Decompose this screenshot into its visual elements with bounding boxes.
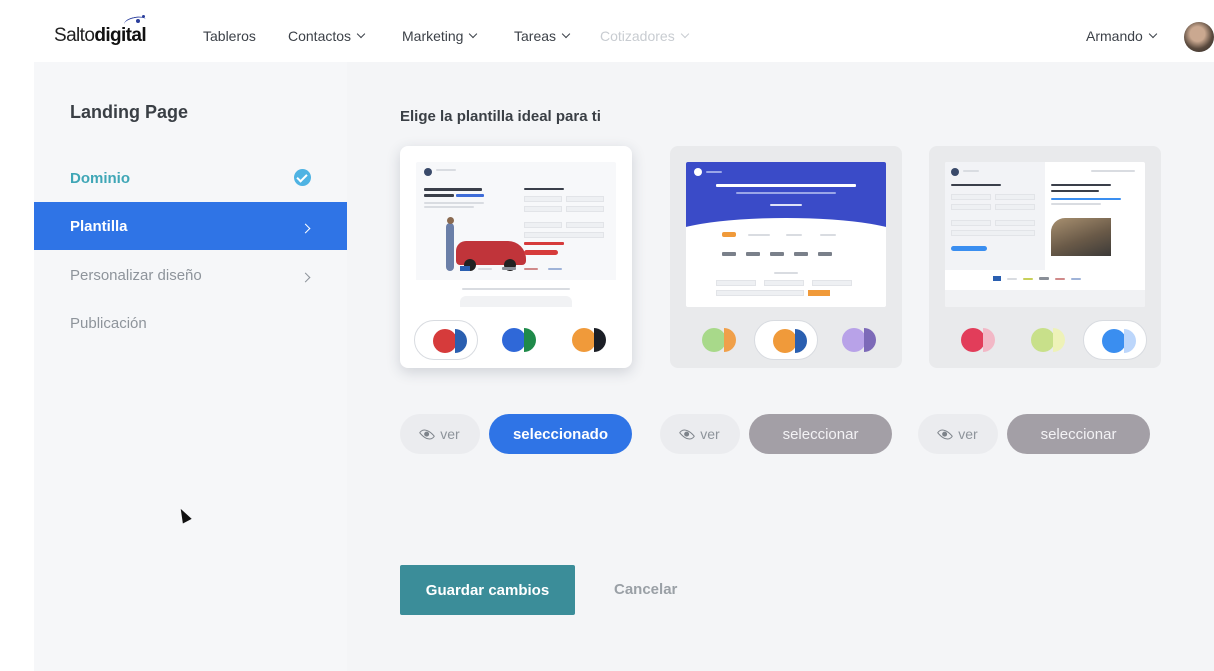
view-button[interactable]: ver bbox=[660, 414, 740, 454]
view-button[interactable]: ver bbox=[400, 414, 480, 454]
sidebar: Landing Page Dominio Plantilla Personali… bbox=[34, 62, 347, 671]
color-swatch[interactable] bbox=[684, 320, 748, 360]
view-button[interactable]: ver bbox=[918, 414, 998, 454]
color-swatch[interactable] bbox=[414, 320, 478, 360]
sidebar-item-label: Plantilla bbox=[70, 217, 128, 235]
sidebar-item-dominio[interactable]: Dominio bbox=[34, 154, 347, 202]
color-swatch[interactable] bbox=[754, 320, 818, 360]
preview-logo-icon bbox=[424, 168, 432, 176]
logo-dot-icon bbox=[142, 15, 145, 18]
top-nav: Saltodigital Tableros Contactos Marketin… bbox=[12, 10, 1214, 62]
template-preview-3 bbox=[945, 162, 1145, 307]
color-swatches bbox=[684, 320, 888, 360]
eye-icon bbox=[679, 425, 696, 443]
chevron-down-icon bbox=[356, 29, 366, 39]
color-swatch[interactable] bbox=[943, 320, 1007, 360]
sidebar-item-label: Personalizar diseño bbox=[70, 266, 202, 284]
nav-label: Marketing bbox=[402, 28, 464, 44]
user-menu[interactable]: Armando bbox=[1086, 28, 1158, 44]
color-swatch[interactable] bbox=[824, 320, 888, 360]
avatar[interactable] bbox=[1184, 22, 1214, 52]
nav-label: Contactos bbox=[288, 28, 352, 44]
view-label: ver bbox=[700, 426, 720, 442]
nav-tareas[interactable]: Tareas bbox=[514, 28, 571, 44]
sidebar-title: Landing Page bbox=[70, 102, 189, 122]
sidebar-item-plantilla[interactable]: Plantilla bbox=[34, 202, 347, 250]
select-label: seleccionar bbox=[1040, 425, 1117, 443]
cancel-button[interactable]: Cancelar bbox=[614, 581, 677, 598]
nav-label: Cotizadores bbox=[600, 28, 675, 44]
save-button[interactable]: Guardar cambios bbox=[400, 565, 575, 615]
page-title: Elige la plantilla ideal para ti bbox=[400, 108, 601, 125]
template-preview-2 bbox=[686, 162, 886, 307]
template-card-3[interactable] bbox=[929, 146, 1161, 368]
nav-marketing[interactable]: Marketing bbox=[402, 28, 478, 44]
select-label: seleccionar bbox=[782, 425, 859, 443]
nav-contactos[interactable]: Contactos bbox=[288, 28, 366, 44]
select-button[interactable]: seleccionar bbox=[1007, 414, 1150, 454]
color-swatch[interactable] bbox=[554, 320, 618, 360]
nav-label: Tableros bbox=[203, 28, 256, 44]
select-button[interactable]: seleccionar bbox=[749, 414, 892, 454]
logo[interactable]: Saltodigital bbox=[54, 14, 147, 47]
logo-dot-icon bbox=[136, 19, 140, 23]
sidebar-item-publicacion[interactable]: Publicación bbox=[34, 299, 347, 347]
logo-bold: digital bbox=[94, 25, 147, 46]
chevron-down-icon bbox=[680, 29, 689, 39]
chevron-right-icon bbox=[300, 223, 311, 234]
sidebar-item-label: Publicación bbox=[70, 314, 147, 332]
template-card-2[interactable] bbox=[670, 146, 902, 368]
eye-icon bbox=[419, 425, 436, 443]
chevron-down-icon bbox=[561, 29, 571, 39]
preview-form-area bbox=[945, 162, 1045, 270]
preview-photo-image bbox=[1051, 218, 1111, 256]
nav-cotizadores[interactable]: Cotizadores bbox=[600, 28, 689, 44]
template-actions-1: ver seleccionado bbox=[400, 414, 632, 454]
chevron-right-icon bbox=[300, 272, 311, 283]
chevron-down-icon bbox=[1148, 29, 1158, 39]
view-label: ver bbox=[440, 426, 460, 442]
color-swatches bbox=[414, 320, 618, 360]
template-preview-1 bbox=[416, 162, 616, 307]
color-swatch[interactable] bbox=[484, 320, 548, 360]
nav-tableros[interactable]: Tableros bbox=[203, 28, 256, 44]
nav-label: Tareas bbox=[514, 28, 557, 44]
check-circle-icon bbox=[294, 169, 311, 186]
sidebar-item-label: Dominio bbox=[70, 169, 130, 187]
user-name: Armando bbox=[1086, 28, 1143, 44]
template-actions-3: ver seleccionar bbox=[918, 414, 1150, 454]
color-swatches bbox=[943, 320, 1147, 360]
selected-button[interactable]: seleccionado bbox=[489, 414, 632, 454]
color-swatch[interactable] bbox=[1013, 320, 1077, 360]
sidebar-item-personalizar[interactable]: Personalizar diseño bbox=[34, 251, 347, 299]
template-card-1[interactable] bbox=[400, 146, 632, 368]
main-content: Elige la plantilla ideal para ti ver sel… bbox=[347, 62, 1214, 671]
template-actions-2: ver seleccionar bbox=[660, 414, 892, 454]
app-window: Saltodigital Tableros Contactos Marketin… bbox=[12, 10, 1214, 671]
color-swatch[interactable] bbox=[1083, 320, 1147, 360]
mouse-cursor-icon bbox=[176, 506, 192, 524]
logo-regular: Salto bbox=[54, 25, 95, 46]
view-label: ver bbox=[958, 426, 978, 442]
eye-icon bbox=[937, 425, 954, 443]
selected-label: seleccionado bbox=[512, 425, 609, 443]
chevron-down-icon bbox=[469, 29, 478, 39]
